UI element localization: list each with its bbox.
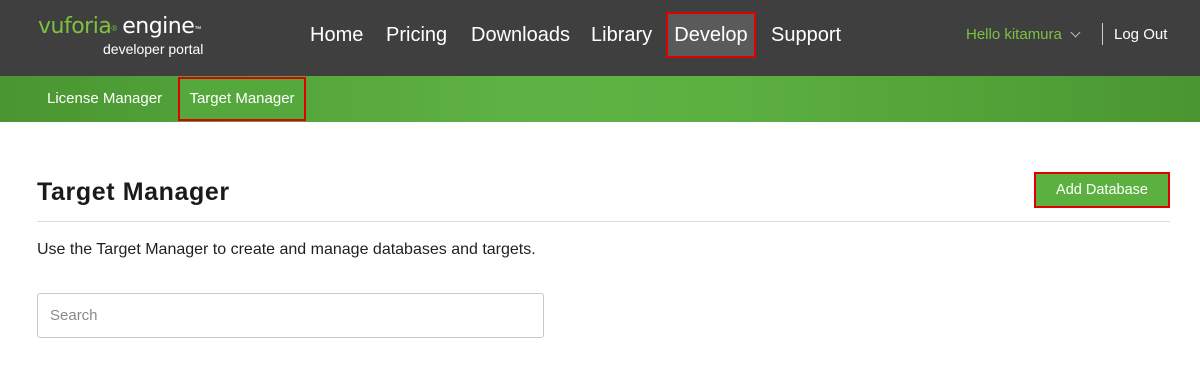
title-divider <box>37 221 1170 222</box>
intro-text: Use the Target Manager to create and man… <box>37 241 536 258</box>
subnav-target-manager[interactable]: Target Manager <box>178 77 306 121</box>
header-divider <box>1102 23 1103 45</box>
nav-library[interactable]: Library <box>591 12 652 58</box>
page-title: Target Manager <box>37 178 230 206</box>
top-header: vuforia® engine™ developer portal Home Pr… <box>0 0 1200 76</box>
sub-nav: License Manager Target Manager <box>0 76 1200 122</box>
nav-home[interactable]: Home <box>310 12 363 58</box>
vuforia-logo[interactable]: vuforia® engine™ developer portal <box>38 14 218 62</box>
logo-trademark: ™ <box>194 26 202 33</box>
nav-develop[interactable]: Develop <box>666 12 756 58</box>
subnav-license-manager[interactable]: License Manager <box>47 76 162 122</box>
nav-support[interactable]: Support <box>771 12 841 58</box>
user-greeting: Hello kitamura <box>966 26 1062 43</box>
logout-link[interactable]: Log Out <box>1114 24 1167 46</box>
search-input[interactable] <box>37 293 544 338</box>
logo-subtitle: developer portal <box>103 41 204 57</box>
logo-registered-mark: ® <box>111 24 118 33</box>
add-database-button[interactable]: Add Database <box>1034 172 1170 208</box>
logo-product-text: engine <box>122 14 195 39</box>
chevron-down-icon <box>1070 27 1081 38</box>
logo-brand-text: vuforia <box>38 14 112 39</box>
nav-pricing[interactable]: Pricing <box>386 12 447 58</box>
user-menu[interactable]: Hello kitamura <box>966 24 1081 46</box>
logo-wordmark: vuforia® engine™ <box>38 14 201 42</box>
nav-downloads[interactable]: Downloads <box>471 12 570 58</box>
